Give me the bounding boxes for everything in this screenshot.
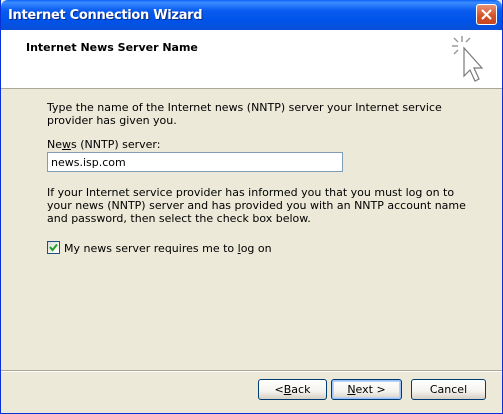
news-server-input[interactable]	[47, 152, 343, 172]
title-bar[interactable]: Internet Connection Wizard	[1, 0, 502, 30]
close-icon	[481, 9, 492, 20]
intro-text: Type the name of the Internet news (NNTP…	[47, 101, 442, 127]
back-button[interactable]: < Back	[258, 379, 327, 400]
checkmark-icon	[49, 243, 58, 252]
close-button[interactable]	[476, 4, 497, 25]
news-server-label: News (NNTP) server:	[47, 138, 161, 151]
page-title: Internet News Server Name	[26, 41, 198, 54]
info-text: If your Internet service provider has in…	[47, 186, 466, 225]
window-title: Internet Connection Wizard	[8, 8, 203, 23]
wizard-header: Internet News Server Name	[1, 30, 502, 89]
wizard-window: Internet Connection Wizard Internet News…	[0, 0, 503, 414]
logon-required-checkbox[interactable]	[47, 241, 60, 254]
wizard-cursor-icon	[452, 36, 484, 82]
logon-required-label[interactable]: My news server requires me to log on	[64, 242, 272, 255]
footer-separator	[1, 370, 502, 372]
cancel-button[interactable]: Cancel	[411, 379, 486, 400]
next-button[interactable]: Next >	[331, 379, 402, 400]
